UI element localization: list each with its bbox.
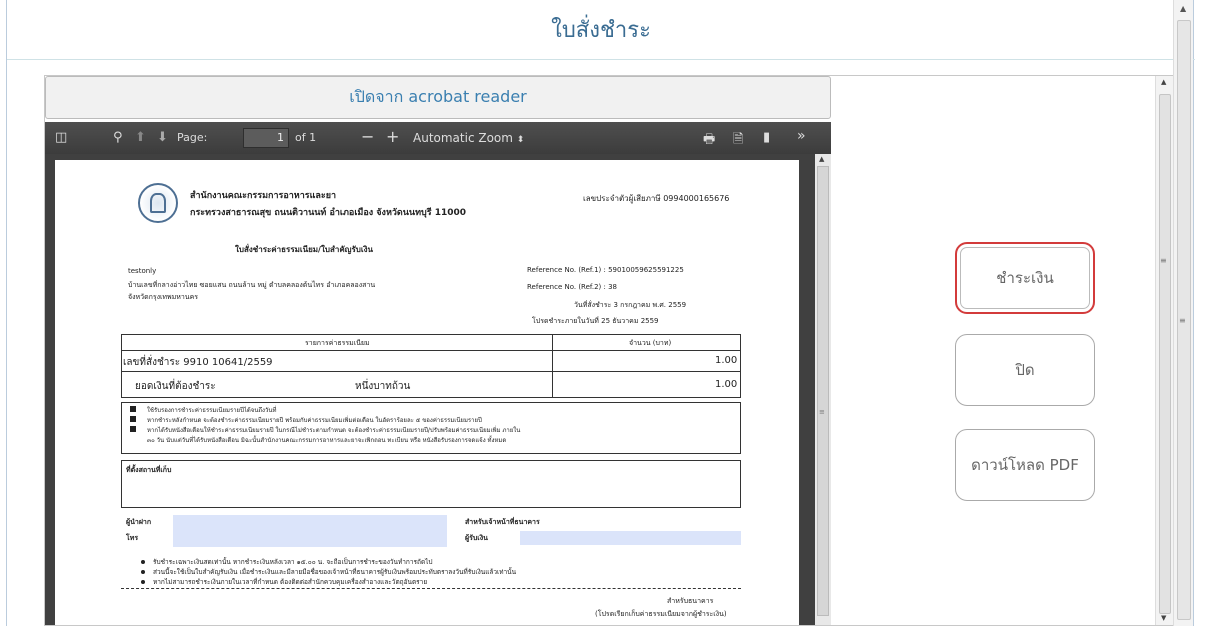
pdf-page: สำนักงานคณะกรรมการอาหารและยา กระทรวงสาธา… (55, 160, 799, 625)
dialog-title: ใบสั่งชำระ (7, 0, 1195, 60)
reference-1: Reference No. (Ref.1) : 5901005962559122… (527, 266, 684, 274)
depositor-field (173, 515, 447, 547)
zoom-in-icon[interactable]: + (386, 127, 399, 146)
total-label: ยอดเงินที่ต้องชำระ (135, 381, 216, 392)
content-frame: เปิดจาก acrobat reader ◫ ⚲ ⬆ ⬇ Page: 1 o… (44, 75, 1174, 626)
org-address: กระทรวงสาธารณสุข ถนนติวานนท์ อำเภอเมือง … (190, 208, 467, 218)
order-date: วันที่สั่งชำระ 3 กรกฎาคม พ.ศ. 2559 (574, 301, 687, 309)
note-3: หากได้รับหนังสือเตือนให้ชำระค่าธรรมเนียม… (147, 427, 521, 434)
page-label: Page: (177, 131, 208, 144)
table-header-item: รายการค่าธรรมเนียม (305, 339, 370, 347)
search-icon[interactable]: ⚲ (113, 130, 123, 145)
fda-seal-logo (138, 183, 178, 223)
select-arrows-icon: ⬍ (516, 135, 525, 145)
pdf-toolbar: ◫ ⚲ ⬆ ⬇ Page: 1 of 1 − + Automatic Zoom … (45, 122, 831, 154)
total-in-words: หนึ่งบาทถ้วน (355, 381, 411, 392)
page-total: of 1 (295, 131, 317, 144)
bookmark-icon[interactable]: ▮ (763, 130, 770, 145)
note-4: ๓๐ วัน นับแต่วันที่ได้รับหนังสือเตือน มิ… (147, 437, 507, 444)
receiver-label: ผู้รับเงิน (465, 534, 488, 542)
tools-chevron-icon[interactable]: » (797, 128, 806, 144)
depositor-label: ผู้นำฝาก (126, 518, 152, 526)
download-icon[interactable]: 🗎 (733, 130, 743, 152)
footer-note-2: ส่วนนี้จะใช้เป็นใบสำคัญรับเงิน เมื่อชำระ… (153, 568, 517, 576)
location-label: ที่ตั้งสถานที่เก็บ (126, 466, 172, 474)
pay-button[interactable]: ชำระเงิน (955, 242, 1095, 314)
next-page-icon[interactable]: ⬇ (157, 130, 168, 145)
note-2: หากชำระหลังกำหนด จะต้องชำระค่าธรรมเนียมร… (147, 417, 482, 424)
receiver-field (520, 531, 741, 545)
frame-scrollbar[interactable]: ▲ ≡ ▼ (1155, 76, 1173, 625)
due-date: โปรดชำระภายในวันที่ 25 ธันวาคม 2559 (532, 317, 659, 325)
total-amount: 1.00 (715, 379, 738, 390)
document-title: ใบสั่งชำระค่าธรรมเนียม/ใบสำคัญรับเงิน (235, 245, 373, 254)
footer-note-3: หากไม่สามารถชำระเงินภายในเวลาที่กำหนด ต้… (153, 578, 428, 586)
zoom-select[interactable]: Automatic Zoom ⬍ (407, 128, 530, 148)
customer-name: testonly (128, 267, 157, 275)
zoom-out-icon[interactable]: − (361, 127, 374, 146)
bank-copy-note: (โปรดเรียกเก็บค่าธรรมเนียมจากผู้ชำระเงิน… (595, 610, 727, 618)
open-acrobat-button[interactable]: เปิดจาก acrobat reader (45, 76, 831, 119)
table-row-amount: 1.00 (715, 355, 738, 366)
print-icon[interactable]: 🖶 (703, 130, 715, 152)
location-box (121, 460, 741, 508)
customer-address-1: บ้านเลขที่กลางอ่าวไทย ซอยแสน ถนนล้าน หมู… (128, 281, 376, 289)
tax-id: เลขประจำตัวผู้เสียภาษี 0994000165676 (583, 194, 730, 203)
bank-officer-label: สำหรับเจ้าหน้าที่ธนาคาร (465, 518, 540, 526)
dialog: ใบสั่งชำระ เปิดจาก acrobat reader ◫ ⚲ ⬆ … (6, 0, 1195, 626)
pdf-scrollbar[interactable]: ▲ ≡ (815, 154, 831, 625)
reference-2: Reference No. (Ref.2) : 38 (527, 283, 617, 291)
close-button[interactable]: ปิด (955, 334, 1095, 406)
table-header-amount: จำนวน (บาท) (629, 339, 672, 347)
table-row-item: เลขที่สั่งชำระ 9910 10641/2559 (123, 357, 273, 368)
phone-label: โทร (126, 534, 139, 542)
zoom-value: Automatic Zoom (413, 131, 513, 145)
customer-address-2: จังหวัดกรุงเทพมหานคร (128, 293, 199, 301)
bank-copy-label: สำหรับธนาคาร (667, 597, 714, 605)
pdf-viewport[interactable]: สำนักงานคณะกรรมการอาหารและยา กระทรวงสาธา… (45, 154, 831, 625)
sidebar-toggle-icon[interactable]: ◫ (55, 130, 67, 145)
org-name: สำนักงานคณะกรรมการอาหารและยา (190, 191, 337, 201)
download-pdf-button[interactable]: ดาวน์โหลด PDF (955, 429, 1095, 501)
page-number-input[interactable]: 1 (243, 128, 289, 148)
note-1: ใช้รับรองการชำระค่าธรรมเนียมรายปีได้จนถึ… (147, 407, 277, 414)
window-scrollbar[interactable]: ▲ ≡ (1173, 0, 1193, 626)
previous-page-icon[interactable]: ⬆ (135, 130, 146, 145)
footer-note-1: รับชำระเฉพาะเงินสดเท่านั้น หากชำระเงินหล… (153, 558, 433, 566)
